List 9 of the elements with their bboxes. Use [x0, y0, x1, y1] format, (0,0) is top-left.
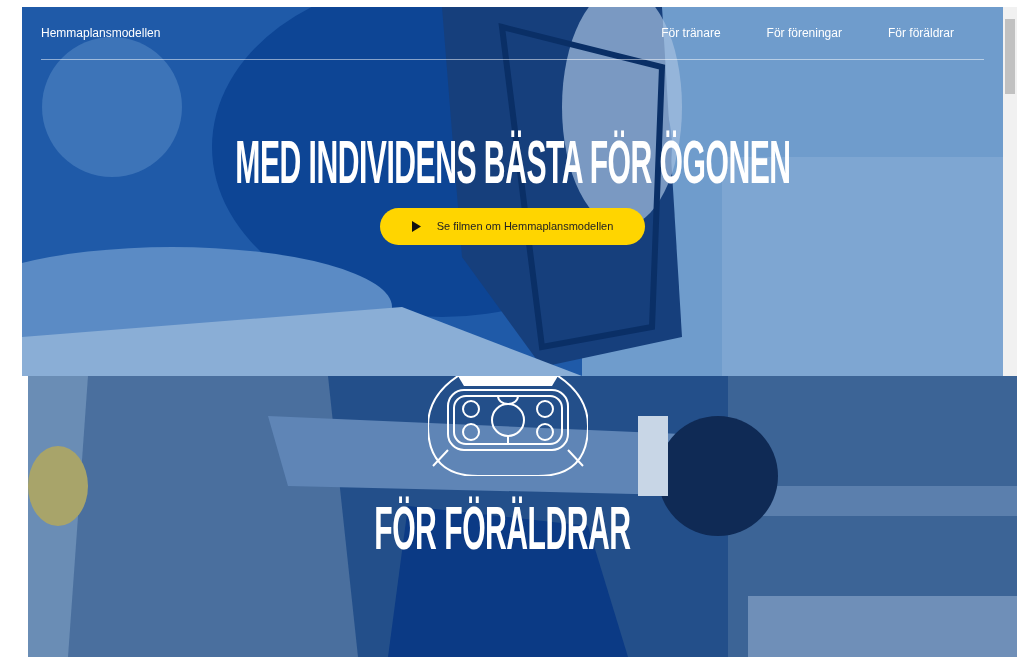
nav-link[interactable]: För föräldrar: [887, 26, 954, 40]
section-heading: FÖR FÖRÄLDRAR: [374, 494, 631, 562]
play-icon: [411, 220, 421, 232]
video-button[interactable]: Se filmen om Hemmaplansmodellen: [379, 207, 646, 245]
scrollbar[interactable]: [1003, 7, 1017, 376]
nav-link[interactable]: För föreningar: [766, 26, 842, 40]
ice-rink-icon: [427, 376, 588, 476]
nav-link[interactable]: För tränare: [661, 26, 721, 40]
site-logo[interactable]: Hemmaplansmodellen: [41, 26, 161, 40]
